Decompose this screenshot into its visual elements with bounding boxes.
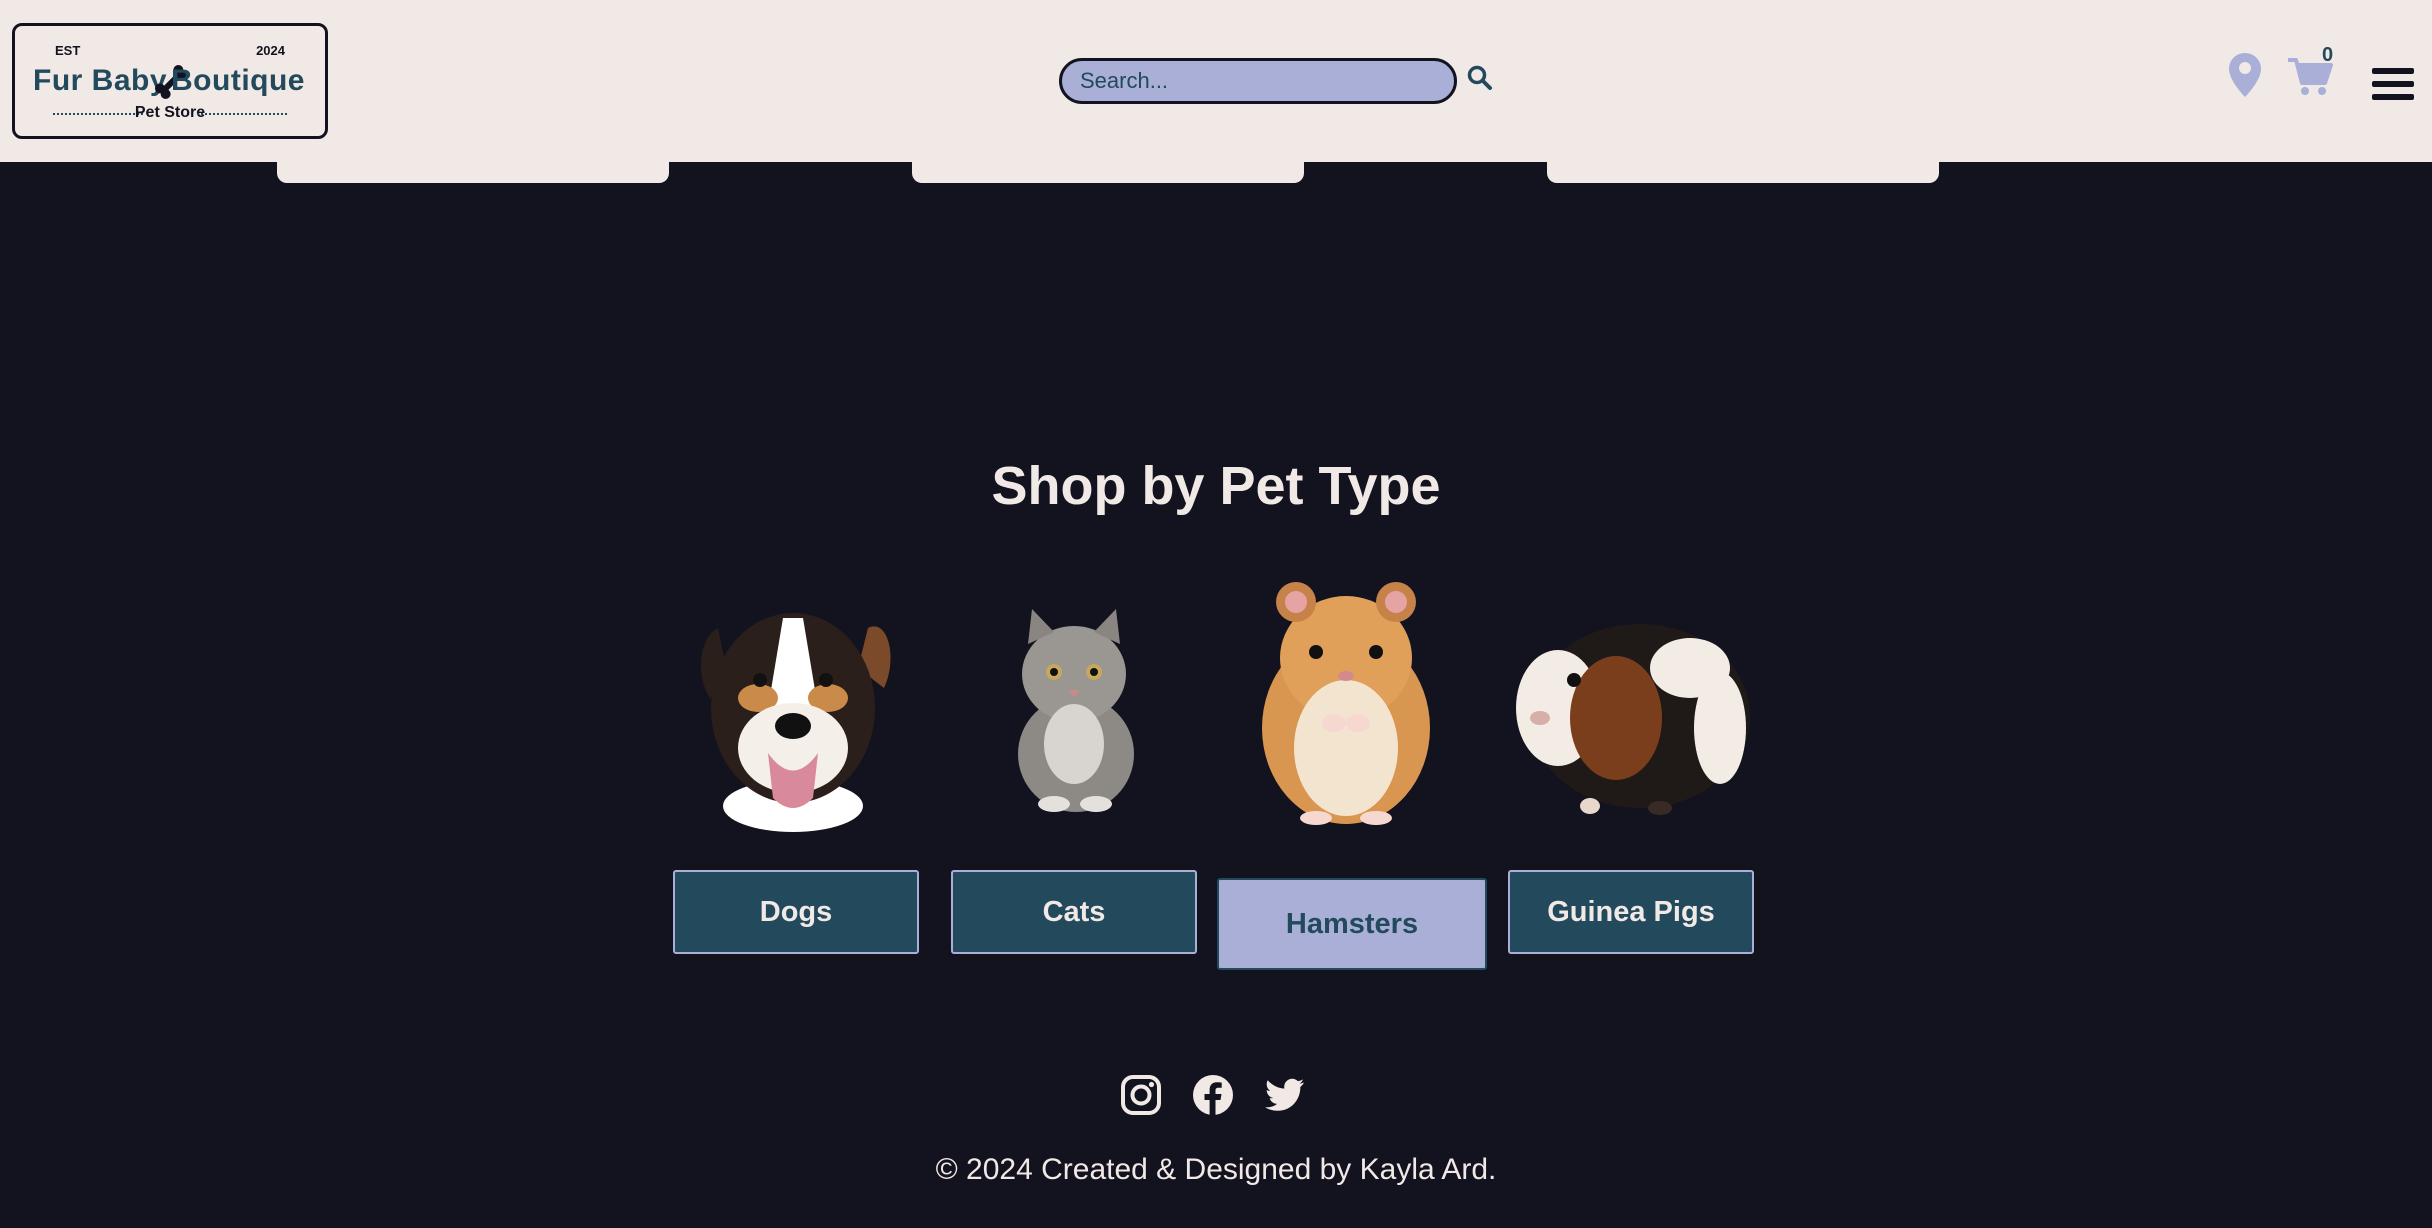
section-title: Shop by Pet Type — [991, 456, 1441, 516]
guinea-pigs-button[interactable]: Guinea Pigs — [1508, 870, 1754, 954]
logo[interactable]: EST 2024 Fur Baby Boutique Pet Store — [12, 23, 328, 139]
page: EST 2024 Fur Baby Boutique Pet Store Sea… — [0, 0, 2432, 1228]
guinea-pig-image[interactable] — [1510, 598, 1754, 820]
hamburger-menu-icon[interactable] — [2372, 68, 2414, 108]
hamsters-button[interactable]: Hamsters — [1217, 878, 1487, 970]
location-pin-icon[interactable] — [2228, 52, 2262, 98]
logo-year: 2024 — [256, 43, 285, 58]
cat-image[interactable] — [996, 604, 1152, 814]
nav-tab-3[interactable] — [1547, 150, 1939, 183]
logo-est: EST — [55, 43, 81, 58]
instagram-icon[interactable] — [1120, 1074, 1162, 1116]
menu-bar — [2372, 68, 2414, 74]
copyright-text: © 2024 Created & Designed by Kayla Ard. — [935, 1153, 1497, 1186]
cats-button[interactable]: Cats — [951, 870, 1197, 954]
dogs-button[interactable]: Dogs — [673, 870, 919, 954]
search-icon[interactable] — [1466, 64, 1494, 92]
cart-count-badge: 0 — [2322, 44, 2334, 66]
menu-bar — [2372, 81, 2414, 87]
nav-tab-2[interactable] — [912, 150, 1304, 183]
site-header: EST 2024 Fur Baby Boutique Pet Store Sea… — [0, 0, 2432, 162]
nav-tab-1[interactable] — [277, 150, 669, 183]
logo-name-left: Fur Baby — [33, 64, 168, 97]
logo-name-right: Boutique — [171, 64, 305, 97]
dog-image[interactable] — [688, 588, 898, 832]
hamster-image[interactable] — [1254, 578, 1438, 828]
twitter-icon[interactable] — [1264, 1074, 1306, 1116]
search-input[interactable] — [1059, 58, 1457, 104]
menu-bar — [2372, 94, 2414, 100]
logo-divider-right — [197, 113, 287, 115]
facebook-icon[interactable] — [1192, 1074, 1234, 1116]
